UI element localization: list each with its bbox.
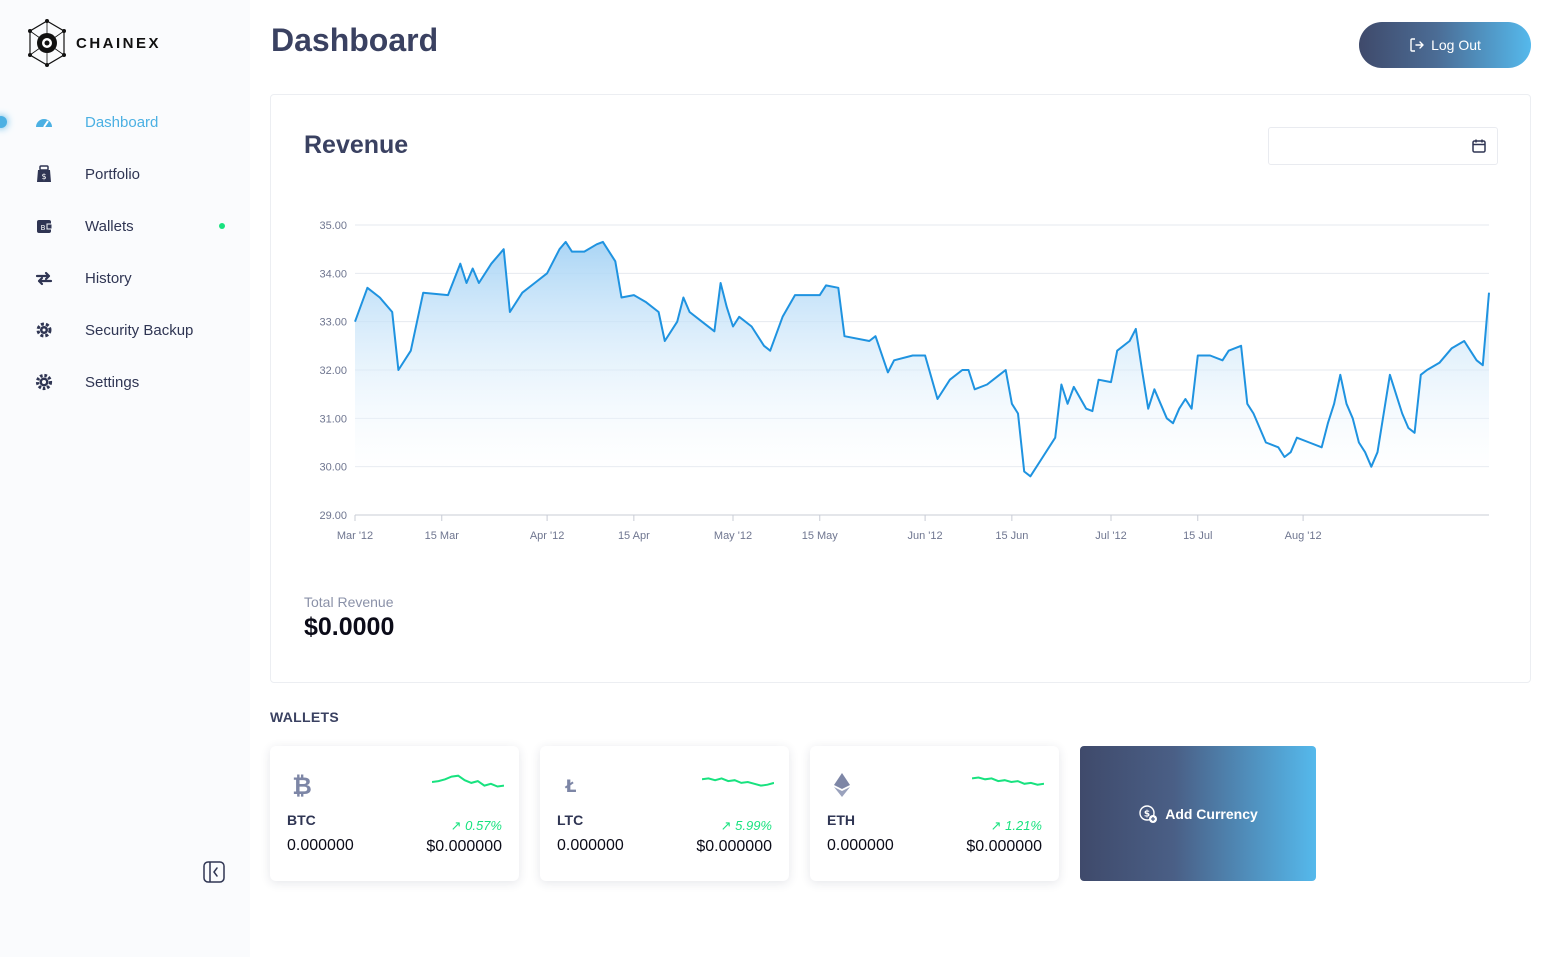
- add-currency-button[interactable]: $ Add Currency: [1080, 746, 1316, 881]
- svg-text:B: B: [41, 224, 46, 232]
- dashboard-icon: [36, 119, 52, 128]
- x-tick-label: Mar '12: [337, 530, 373, 542]
- arrow-up-right-icon: ↗: [720, 818, 736, 833]
- active-indicator: [0, 116, 7, 128]
- sidebar-item-settings[interactable]: Settings: [0, 356, 250, 408]
- wallet-symbol: ETH: [827, 812, 855, 828]
- sparkline-path: [702, 777, 774, 787]
- total-revenue-value: $0.0000: [304, 613, 395, 641]
- wallet-icon: B: [37, 220, 53, 233]
- litecoin-icon: Ł: [565, 777, 577, 797]
- svg-text:Ł: Ł: [565, 777, 577, 797]
- wallet-card-btc[interactable]: ₿ BTC ↗ 0.57% 0.000000 $0.000000: [270, 746, 519, 881]
- wallet-amount: 0.000000: [557, 837, 624, 854]
- bitcoin-icon: ₿: [292, 772, 312, 798]
- x-tick-label: May '12: [714, 530, 752, 542]
- x-tick-label: 15 Jul: [1183, 530, 1212, 542]
- total-revenue-label: Total Revenue: [304, 594, 394, 610]
- chainex-logo-icon: [28, 19, 66, 67]
- page-title: Dashboard: [271, 22, 439, 58]
- wallet-card-eth[interactable]: ETH ↗ 1.21% 0.000000 $0.000000: [810, 746, 1059, 881]
- wallet-value: $0.000000: [426, 838, 502, 855]
- wallet-change-value: 5.99%: [735, 818, 772, 833]
- y-tick-label: 31.00: [319, 413, 347, 425]
- arrow-up-right-icon: ↗: [450, 818, 466, 833]
- wallet-symbol: BTC: [287, 812, 316, 828]
- sparkline: [972, 776, 1044, 786]
- wallet-symbol: LTC: [557, 812, 584, 828]
- svg-text:₿: ₿: [292, 772, 312, 798]
- sparkline-path: [432, 774, 504, 788]
- wallet-amount: 0.000000: [827, 837, 894, 854]
- y-tick-label: 32.00: [319, 365, 347, 377]
- wallet-amount: 0.000000: [287, 837, 354, 854]
- sidebar: CHAINEX Dashboard $ Portfolio B Wallets …: [0, 0, 250, 957]
- logo[interactable]: CHAINEX: [24, 18, 161, 68]
- y-tick-label: 29.00: [319, 510, 347, 522]
- wallet-status-dot: [219, 223, 225, 229]
- sparkline: [432, 774, 504, 788]
- y-tick-label: 35.00: [319, 220, 347, 232]
- sidebar-item-label: History: [85, 269, 132, 287]
- sidebar-item-security-backup[interactable]: Security Backup: [0, 304, 250, 356]
- add-currency-label: Add Currency: [1165, 805, 1258, 822]
- sidebar-item-label: Wallets: [85, 217, 134, 235]
- settings-icon: [35, 373, 53, 391]
- logout-button[interactable]: Log Out: [1359, 22, 1531, 68]
- y-tick-label: 34.00: [319, 268, 347, 280]
- brand-name: CHAINEX: [76, 34, 162, 52]
- sidebar-item-label: Security Backup: [85, 321, 194, 339]
- wallet-change: ↗ 1.21%: [991, 818, 1042, 834]
- sparkline-path: [972, 776, 1044, 786]
- x-tick-label: 15 Apr: [618, 530, 650, 542]
- portfolio-icon: $: [37, 165, 51, 182]
- y-tick-label: 30.00: [319, 462, 347, 474]
- x-tick-label: 15 Jun: [995, 530, 1028, 542]
- sparkline: [702, 777, 774, 787]
- sidebar-item-label: Dashboard: [85, 113, 159, 131]
- revenue-chart: 35.00 34.00 33.00 32.00 31.00 30.00 29.00 Mar '…: [319, 220, 1490, 542]
- x-tick-label: Aug '12: [1285, 530, 1322, 542]
- sidebar-item-label: Portfolio: [85, 165, 141, 183]
- wallet-value: $0.000000: [966, 838, 1042, 855]
- x-tick-label: Jul '12: [1095, 530, 1126, 542]
- sidebar-nav: Dashboard $ Portfolio B Wallets History …: [0, 96, 250, 408]
- x-tick-label: Jun '12: [908, 530, 943, 542]
- svg-text:$: $: [41, 172, 46, 181]
- wallet-change-value: 0.57%: [465, 818, 502, 833]
- x-tick-label: Apr '12: [530, 530, 565, 542]
- sidebar-item-dashboard[interactable]: Dashboard: [0, 96, 250, 148]
- security-gear-icon: [36, 322, 52, 338]
- sidebar-item-wallets[interactable]: B Wallets: [0, 200, 250, 252]
- wallet-change: ↗ 5.99%: [721, 818, 772, 834]
- wallets-heading: WALLETS: [270, 709, 339, 725]
- x-tick-label: 15 Mar: [425, 530, 460, 542]
- x-tick-label: 15 May: [802, 530, 839, 542]
- sidebar-item-history[interactable]: History: [0, 252, 250, 304]
- wallet-value: $0.000000: [696, 838, 772, 855]
- logout-label: Log Out: [1431, 37, 1481, 53]
- wallet-card-ltc[interactable]: Ł LTC ↗ 5.99% 0.000000 $0.000000: [540, 746, 789, 881]
- logout-icon: [1410, 38, 1424, 52]
- wallet-change-value: 1.21%: [1005, 818, 1042, 833]
- arrow-up-right-icon: ↗: [990, 818, 1006, 833]
- sidebar-item-label: Settings: [85, 373, 140, 391]
- sidebar-item-portfolio[interactable]: $ Portfolio: [0, 148, 250, 200]
- wallet-change: ↗ 0.57%: [451, 818, 502, 834]
- revenue-area: [355, 241, 1489, 477]
- revenue-card: Revenue 35.00 34.00 33.00 32.00 31.00 30.00 29…: [270, 94, 1531, 683]
- ethereum-icon: [834, 773, 850, 797]
- y-tick-label: 33.00: [319, 317, 347, 329]
- add-currency-icon: $: [1139, 804, 1158, 823]
- transfer-icon: [35, 271, 53, 286]
- collapse-sidebar-icon[interactable]: [202, 860, 226, 884]
